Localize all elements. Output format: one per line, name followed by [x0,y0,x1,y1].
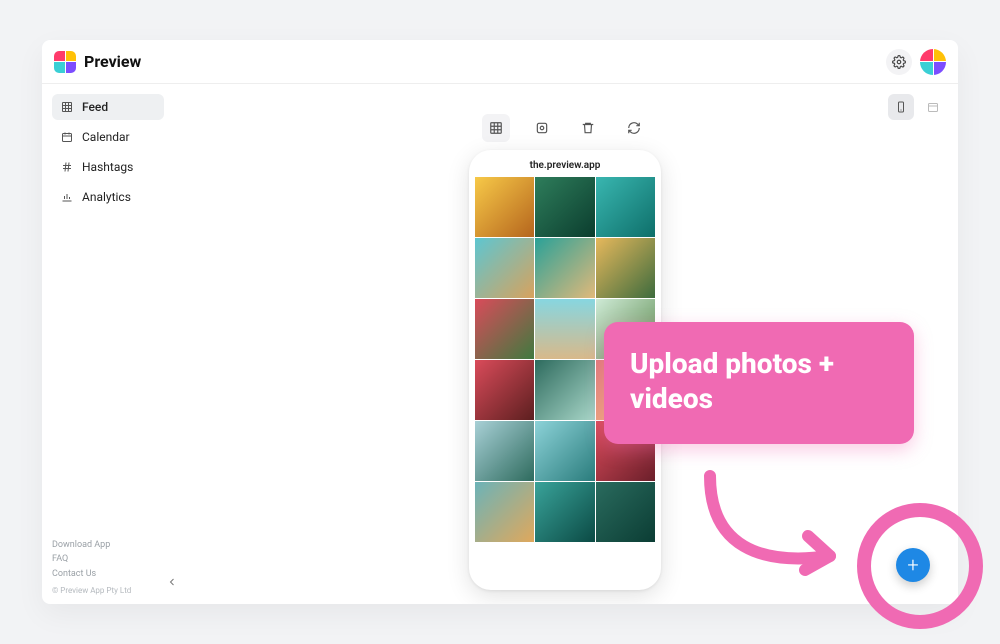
sidebar-footer: Download App FAQ Contact Us © Preview Ap… [52,538,164,598]
feed-tile[interactable] [596,482,655,542]
feed-tile[interactable] [535,482,594,542]
toolbar-grid-button[interactable] [482,114,510,142]
toolbar-trash-button[interactable] [574,114,602,142]
gear-icon [892,55,906,69]
footer-link-faq[interactable]: FAQ [52,552,164,566]
phone-icon [895,100,907,114]
toolbar-refresh-button[interactable] [620,114,648,142]
sidebar-item-feed[interactable]: Feed [52,94,164,120]
grid-icon [60,100,74,114]
annotation-callout: Upload photos + videos [604,322,914,444]
sidebar: Feed Calendar Hashtags Analytics [42,84,172,604]
sidebar-item-label: Feed [82,100,108,114]
feed-tile[interactable] [535,299,594,359]
feed-tile[interactable] [475,238,534,298]
sidebar-item-calendar[interactable]: Calendar [52,124,164,150]
sidebar-item-label: Calendar [82,130,130,144]
sidebar-item-hashtags[interactable]: Hashtags [52,154,164,180]
phone-username: the.preview.app [475,158,655,177]
grid-icon [489,121,503,135]
calendar-icon [60,130,74,144]
sidebar-item-label: Hashtags [82,160,133,174]
feed-tile[interactable] [535,421,594,481]
app-logo-icon [54,51,76,73]
feed-tile[interactable] [475,299,534,359]
view-phone-button[interactable] [888,94,914,120]
view-toggle [888,94,946,120]
copyright-text: © Preview App Pty Ltd [52,585,164,598]
avatar[interactable] [920,49,946,75]
feed-tile[interactable] [475,482,534,542]
toolbar-filters-button[interactable] [528,114,556,142]
footer-link-download[interactable]: Download App [52,538,164,552]
feed-tile[interactable] [596,238,655,298]
annotation-text: Upload photos + videos [630,347,834,415]
feed-tile[interactable] [535,360,594,420]
chart-icon [60,190,74,204]
refresh-icon [627,121,641,135]
sidebar-item-analytics[interactable]: Analytics [52,184,164,210]
sidebar-item-label: Analytics [82,190,131,204]
calendar-outline-icon [927,101,939,113]
settings-button[interactable] [886,49,912,75]
footer-link-contact[interactable]: Contact Us [52,567,164,581]
trash-icon [581,121,595,135]
annotation-highlight-circle [857,503,983,629]
sparkles-icon [535,121,549,135]
app-header: Preview [42,40,958,84]
feed-tile[interactable] [475,360,534,420]
view-calendar-button[interactable] [920,94,946,120]
feed-tile[interactable] [535,177,594,237]
feed-tile[interactable] [535,238,594,298]
app-title: Preview [84,52,141,71]
feed-tile[interactable] [596,177,655,237]
feed-toolbar [482,114,648,142]
hash-icon [60,160,74,174]
feed-tile[interactable] [475,421,534,481]
feed-tile[interactable] [475,177,534,237]
